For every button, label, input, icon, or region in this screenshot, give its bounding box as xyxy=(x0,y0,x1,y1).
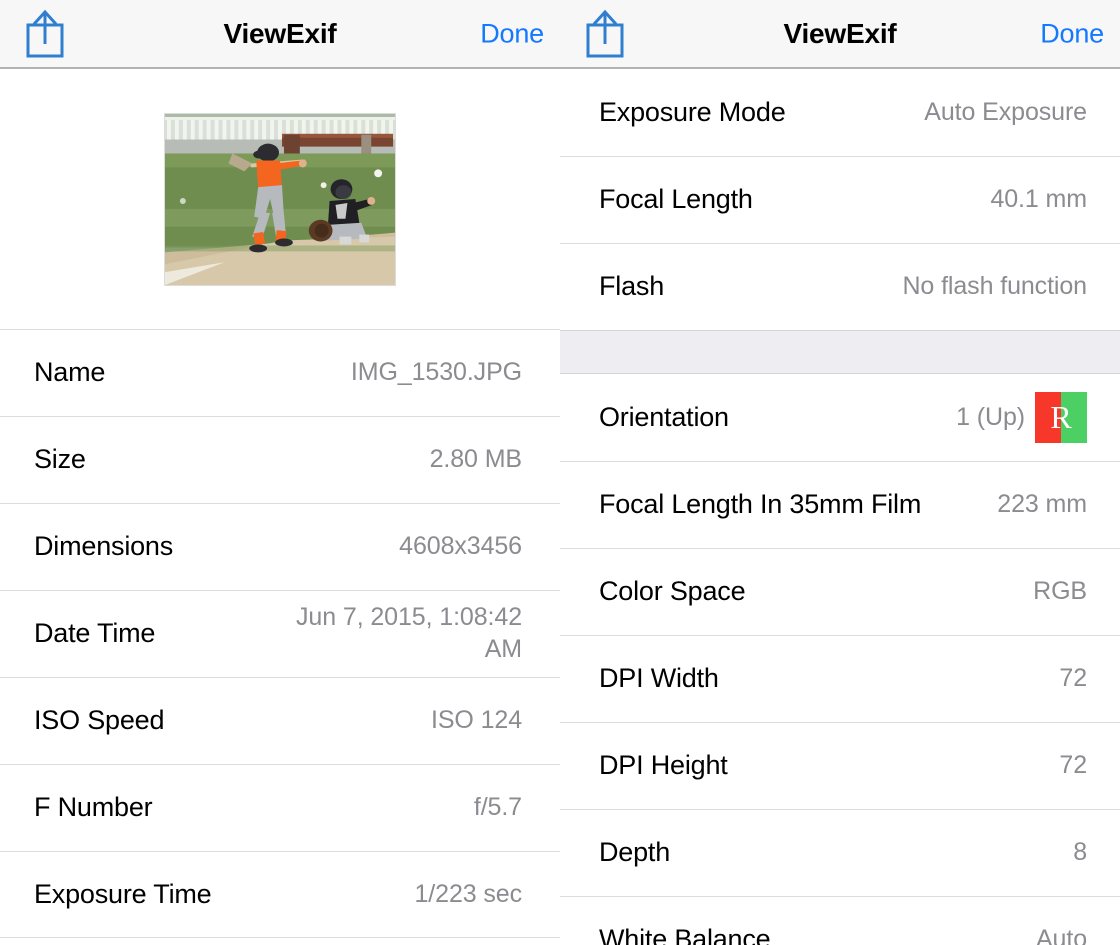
table-row[interactable]: Exposure Time 1/223 sec xyxy=(0,851,560,938)
table-row[interactable]: Flash No flash function xyxy=(560,243,1120,330)
row-value: RGB xyxy=(1033,576,1087,605)
row-value: Jun 7, 2015, 1:08:42 AM xyxy=(296,603,522,663)
table-row[interactable]: F Number f/5.7 xyxy=(0,764,560,851)
row-label: Flash xyxy=(599,271,665,301)
left-panel: ViewExif Done Name IMG_1530.JPG Size 2.8… xyxy=(0,0,560,945)
viewexif-dual-panel-screen: ViewExif Done Name IMG_1530.JPG Size 2.8… xyxy=(0,0,1120,945)
row-label: White Balance xyxy=(599,924,771,945)
share-icon[interactable] xyxy=(22,8,68,60)
row-value: 72 xyxy=(1059,750,1087,779)
photo-thumbnail[interactable] xyxy=(164,112,396,286)
right-panel: ViewExif Done Exposure Mode Auto Exposur… xyxy=(560,0,1120,945)
table-row[interactable]: Date Time Jun 7, 2015, 1:08:42 AM xyxy=(0,590,560,677)
page-title-right: ViewExif xyxy=(783,17,897,49)
row-label: Date Time xyxy=(34,618,156,648)
table-row[interactable]: Color Space RGB xyxy=(560,548,1120,635)
row-label: Color Space xyxy=(599,576,746,606)
row-label: Focal Length xyxy=(599,184,753,214)
row-value: ISO 124 xyxy=(430,705,522,734)
row-value: Auto xyxy=(1035,924,1087,945)
orientation-badge-letter: R xyxy=(1050,398,1072,435)
row-value: No flash function xyxy=(902,271,1087,300)
section-separator xyxy=(560,330,1120,374)
page-title-left: ViewExif xyxy=(223,17,337,49)
orientation-value-text: 1 (Up) xyxy=(956,402,1025,431)
row-value: 1/223 sec xyxy=(414,879,522,908)
table-row[interactable]: White Balance Auto xyxy=(560,896,1120,945)
row-label: DPI Width xyxy=(599,663,719,693)
done-button-left[interactable]: Done xyxy=(480,18,544,49)
row-label: Orientation xyxy=(599,402,729,432)
row-value: 4608x3456 xyxy=(399,531,522,560)
row-value: 223 mm xyxy=(997,489,1087,518)
row-label: F Number xyxy=(34,792,153,822)
table-row[interactable]: DPI Height 72 xyxy=(560,722,1120,809)
orientation-badge: R xyxy=(1035,392,1087,443)
table-row[interactable]: Depth 8 xyxy=(560,809,1120,896)
table-row[interactable]: Focal Length 40.1 mm xyxy=(560,156,1120,243)
right-metadata-list-section-one: Exposure Mode Auto Exposure Focal Length… xyxy=(560,69,1120,330)
row-label: Name xyxy=(34,357,106,387)
table-row[interactable]: ISO Speed ISO 124 xyxy=(0,677,560,764)
table-row[interactable]: DPI Width 72 xyxy=(560,635,1120,722)
table-row[interactable]: Exposure Mode Auto Exposure xyxy=(560,69,1120,156)
navigation-bar-right: ViewExif Done xyxy=(560,0,1120,69)
table-row[interactable]: Size 2.80 MB xyxy=(0,416,560,503)
table-row[interactable]: Name IMG_1530.JPG xyxy=(0,329,560,416)
table-row[interactable]: Dimensions 4608x3456 xyxy=(0,503,560,590)
right-metadata-list-section-two: Orientation 1 (Up) R Focal Length In 35m… xyxy=(560,374,1120,945)
row-value: 2.80 MB xyxy=(429,444,523,473)
done-button-right[interactable]: Done xyxy=(1040,18,1104,49)
table-row[interactable]: Orientation 1 (Up) R xyxy=(560,374,1120,461)
row-value: f/5.7 xyxy=(473,792,522,821)
row-value: 40.1 mm xyxy=(990,184,1087,213)
row-value: 1 (Up) R xyxy=(956,392,1087,443)
row-label: Size xyxy=(34,444,86,474)
row-value: 72 xyxy=(1059,663,1087,692)
row-label: Dimensions xyxy=(34,531,174,561)
row-label: Exposure Time xyxy=(34,879,212,909)
row-label: Depth xyxy=(599,837,671,867)
row-value: 8 xyxy=(1073,837,1087,866)
row-label: ISO Speed xyxy=(34,705,165,735)
row-value: IMG_1530.JPG xyxy=(350,357,522,386)
table-row[interactable]: Focal Length In 35mm Film 223 mm xyxy=(560,461,1120,548)
left-metadata-list: Name IMG_1530.JPG Size 2.80 MB Dimension… xyxy=(0,329,560,938)
row-value: Auto Exposure xyxy=(924,97,1087,126)
navigation-bar-left: ViewExif Done xyxy=(0,0,560,69)
row-label: DPI Height xyxy=(599,750,728,780)
thumbnail-area xyxy=(0,69,560,329)
row-label: Focal Length In 35mm Film xyxy=(599,489,922,519)
share-icon[interactable] xyxy=(582,8,628,60)
row-label: Exposure Mode xyxy=(599,97,786,127)
